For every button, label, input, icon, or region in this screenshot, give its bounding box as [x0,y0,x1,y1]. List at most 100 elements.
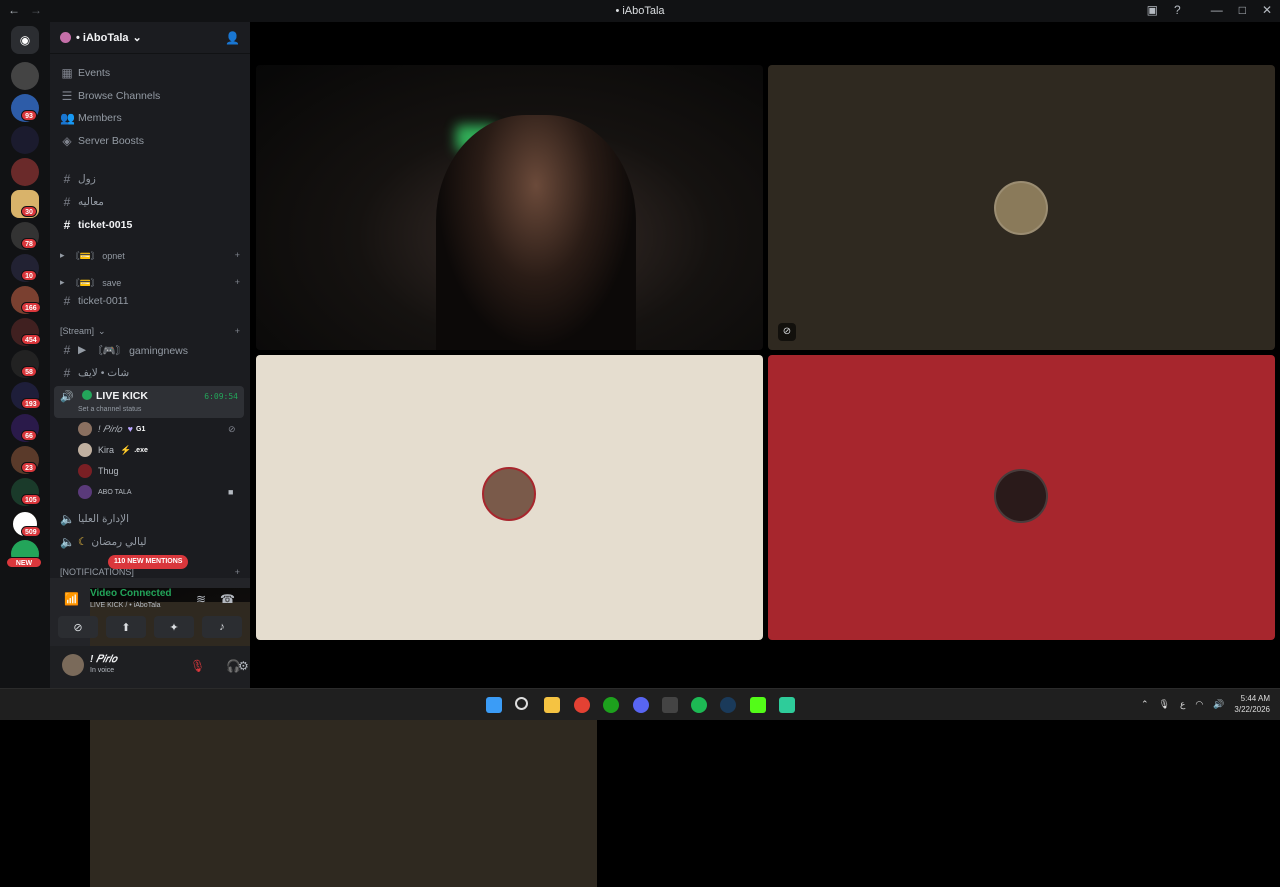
app-icon[interactable] [662,697,678,713]
chevron-down-icon: ⌄ [132,32,142,44]
nav-server-boosts[interactable]: ◈ Server Boosts [56,131,246,151]
spotify-icon[interactable] [691,697,707,713]
volume-icon[interactable]: 🔊 [1213,699,1224,710]
unread-badge: 23 [21,462,37,473]
close-icon[interactable]: ✕ [1262,3,1272,17]
window-title: • iAboTala [615,5,665,17]
chrome-icon[interactable] [574,697,590,713]
add-channel-icon[interactable]: + [235,326,240,336]
hash-icon: # [63,294,71,308]
channel-item[interactable]: # ticket-0011 [56,291,246,311]
camera-feed [436,115,636,350]
voice-user[interactable]: Thug [78,461,119,481]
hash-icon: # [63,172,71,186]
server-header[interactable]: • iAboTala ⌄ 👤 [50,22,250,54]
voice-user[interactable]: ABO TALA ■ [78,482,233,502]
speaker-icon: 🔈 [60,512,75,526]
help-icon[interactable]: ? [1174,3,1181,17]
unread-badge: 58 [21,366,37,377]
boost-icon: ◈ [62,134,72,148]
hash-icon: # [63,343,71,357]
channel-item[interactable]: # شات • لايف [56,363,246,383]
unread-badge: 454 [21,334,41,345]
avatar [482,467,536,521]
server-icon[interactable] [11,126,39,154]
camera-off-button[interactable]: ⊘ [58,616,98,638]
video-tile[interactable] [768,355,1275,640]
video-tile[interactable]: ⊘ [768,65,1275,350]
category-stream[interactable]: [Stream] ⌄ + [56,321,246,341]
avatar[interactable] [62,654,84,676]
discord-icon[interactable] [633,697,649,713]
file-explorer-icon[interactable] [544,697,560,713]
maximize-icon[interactable]: □ [1239,3,1246,17]
search-icon[interactable] [515,697,528,710]
server-name: • iAboTala [76,31,129,44]
voice-actions: ⊘ ⬆ ✦ ♪ [58,616,242,638]
avatar [994,181,1048,235]
voice-channel[interactable]: 🔈 ☾ ليالي رمضان [56,532,246,552]
disconnect-icon[interactable]: ☎ [220,592,235,606]
unread-badge: 30 [21,206,37,217]
server-icon[interactable] [11,158,39,186]
windows-start-icon[interactable] [486,697,502,713]
add-channel-icon[interactable]: + [235,567,240,577]
moon-icon: ☾ [78,536,88,548]
xbox-icon[interactable] [603,697,619,713]
members-icon: 👥 [60,111,75,125]
screen-share-icon[interactable]: ▣ [1147,3,1158,17]
clock[interactable]: 5:44 AM 3/22/2026 [1234,693,1270,715]
title-bar: ← → • iAboTala ▣ ? — □ ✕ [0,0,1280,22]
nav-members[interactable]: 👥 Members [56,108,246,128]
unread-badge: 509 [21,526,41,537]
mic-muted-icon[interactable]: 🎙 [190,659,205,673]
hash-icon: # [63,218,71,232]
activities-button[interactable]: ✦ [154,616,194,638]
video-tile[interactable] [256,355,763,640]
channel-item[interactable]: # معاليه [56,192,246,212]
muted-icon: ⊘ [228,423,236,434]
server-icon [60,32,71,43]
server-icon[interactable] [11,62,39,90]
mic-icon[interactable]: 🎙 [1159,699,1170,710]
browse-icon: ☰ [61,89,73,103]
voice-user[interactable]: ! 𝑃𝑖𝑟𝑙𝑜 ♥ G1 ⊘ [78,419,236,439]
chevron-up-icon[interactable]: ⌃ [1141,699,1149,710]
avatar [78,422,92,436]
voice-channel[interactable]: 🔈 الإدارة العليا [56,509,246,529]
wifi-icon[interactable]: ◠ [1195,699,1203,710]
add-channel-icon[interactable]: + [235,250,240,260]
system-tray: ⌃ 🎙 ع ◠ 🔊 5:44 AM 3/22/2026 [1141,693,1270,715]
channel-item[interactable]: # ticket-0015 [56,215,246,235]
discord-home-icon[interactable]: ◉ [11,26,39,54]
avatar [994,469,1048,523]
gear-icon[interactable]: ⚙ [238,659,249,673]
avatar [78,485,92,499]
signal-icon[interactable]: 📶 [64,592,79,606]
invite-icon[interactable]: 👤 [225,31,240,45]
channel-item[interactable]: # ▶ 〘🎮〙 gamingnews [56,340,246,360]
noise-suppression-icon[interactable]: ≋ [196,592,206,606]
share-screen-button[interactable]: ⬆ [106,616,146,638]
minimize-icon[interactable]: — [1211,3,1223,17]
nav-events[interactable]: ▦ Events [56,63,246,83]
channel-sidebar: • iAboTala ⌄ 👤 ▦ Events ☰ Browse Channels … [50,22,597,887]
category-opnet[interactable]: ▸ 〘💳〙 opnet + [56,245,246,265]
new-mentions-pill[interactable]: 110 NEW MENTIONS [108,555,189,569]
soundboard-button[interactable]: ♪ [202,616,242,638]
app-icon[interactable] [779,697,795,713]
add-channel-icon[interactable]: + [235,277,240,287]
category-save[interactable]: ▸ 〘💳〙 save + [56,272,246,292]
video-camera-icon: ■ [228,487,234,497]
hash-icon: # [63,195,71,209]
nav-browse-channels[interactable]: ☰ Browse Channels [56,86,246,106]
voice-channel-live-kick[interactable]: 🔊 LIVE KICK 6:09:54 Set a channel status [54,386,244,418]
video-tile-camera[interactable] [256,65,763,350]
unread-badge: 10 [21,270,37,281]
voice-user[interactable]: Kira ⚡ .exe [78,440,148,460]
steam-icon[interactable] [720,697,736,713]
user-panel: ! 𝑃𝑖𝑟𝑙𝑜 In voice 🎙 🎧 ⚙ [50,646,250,688]
language-icon[interactable]: ع [1180,699,1185,710]
kick-icon[interactable] [750,697,766,713]
channel-item[interactable]: # زول [56,169,246,189]
